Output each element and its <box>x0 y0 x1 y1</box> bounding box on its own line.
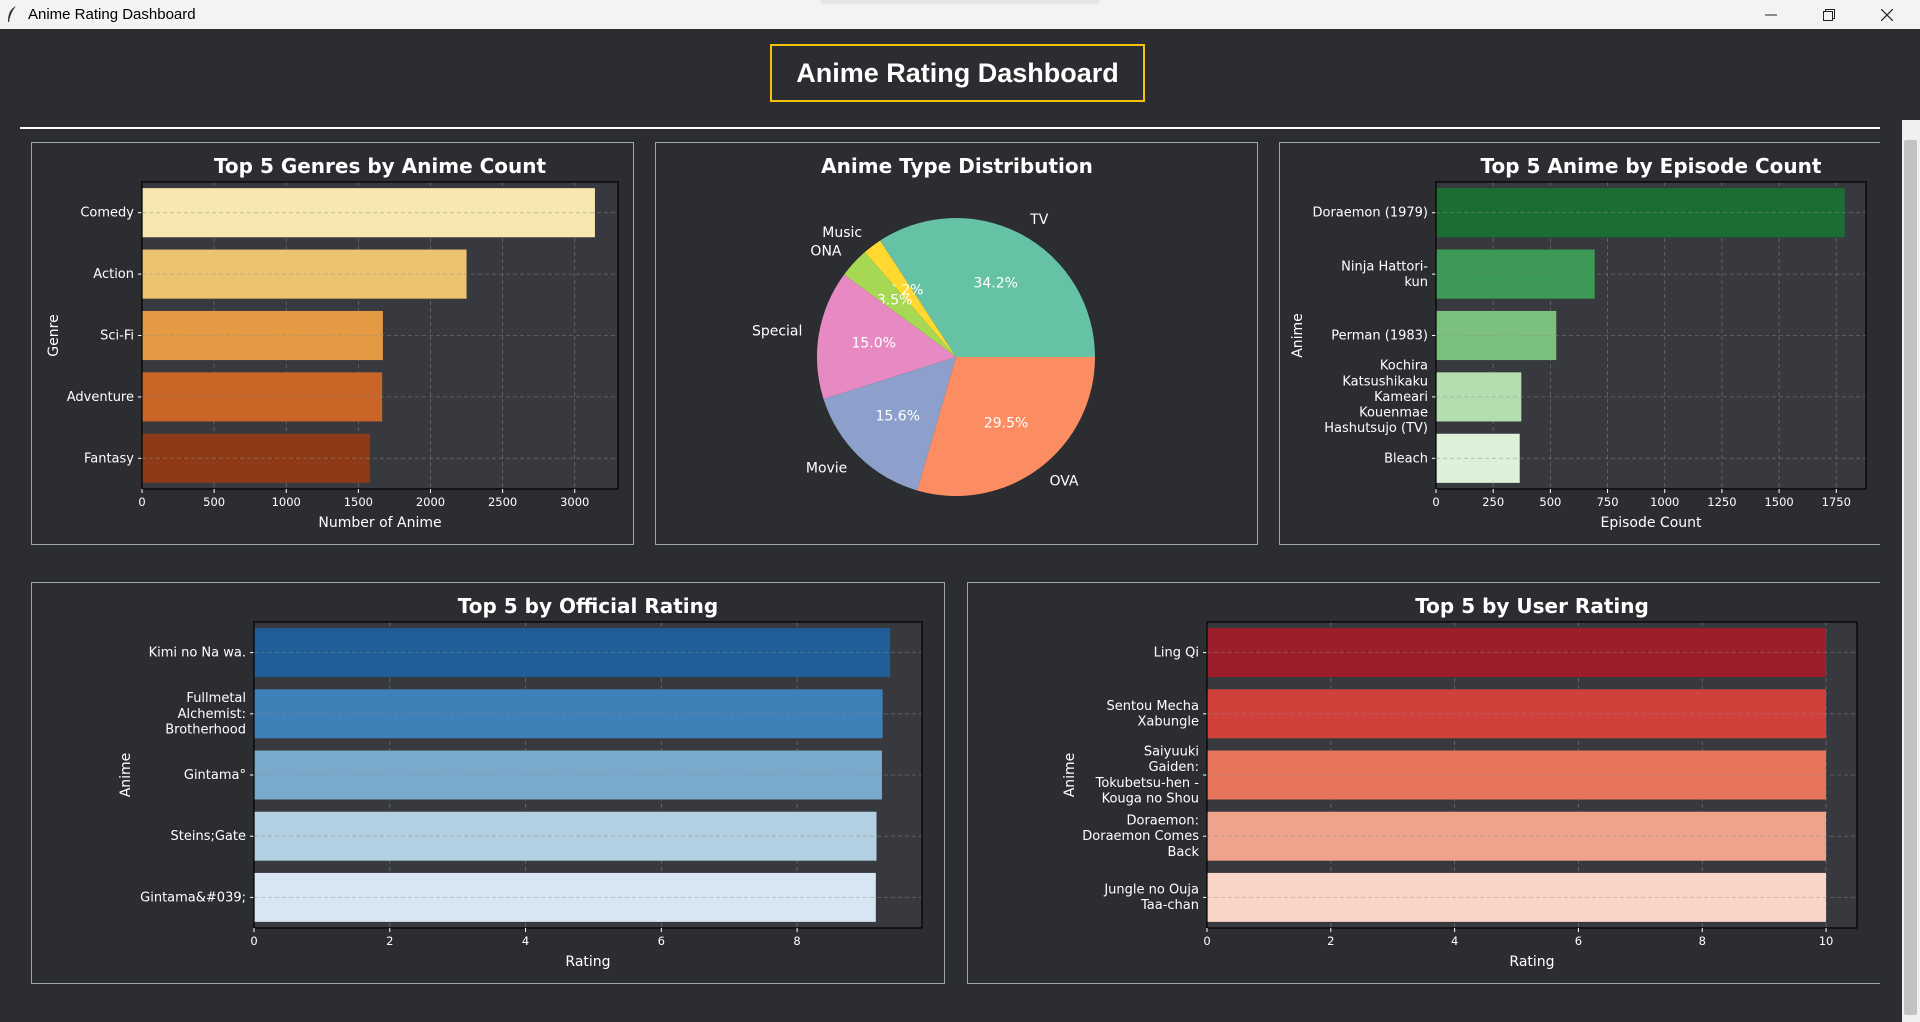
pie-pct-label: 15.6% <box>876 409 920 425</box>
chart-title: Anime Type Distribution <box>821 154 1093 178</box>
y-tick-label: Perman (1983) <box>1331 328 1428 343</box>
x-tick-label: 2500 <box>488 495 517 509</box>
official-rating-panel: Top 5 by Official Rating Kimi no Na wa. Fu… <box>31 582 945 984</box>
x-axis-label: Rating <box>565 954 610 970</box>
y-tick-label: Fullmetal Alchemist: Brotherhood <box>165 691 246 737</box>
y-tick-label: Gintama&#039; <box>140 890 246 905</box>
y-axis-label: Anime <box>118 753 134 798</box>
y-tick-label: Bleach <box>1384 451 1428 466</box>
chart-title: Top 5 by User Rating <box>1415 594 1649 618</box>
header-divider <box>20 127 1880 129</box>
x-tick-label: 2 <box>386 934 393 948</box>
x-axis-label: Rating <box>1509 954 1554 970</box>
restore-icon <box>1823 8 1835 21</box>
y-tick-label: Fantasy <box>84 451 134 466</box>
x-tick-label: 8 <box>1699 934 1706 948</box>
pie-pct-label: 29.5% <box>984 416 1028 432</box>
pie-label: Movie <box>806 460 847 476</box>
x-axis-label: Number of Anime <box>318 515 441 531</box>
y-tick-label: Sentou Mecha Xabungle <box>1107 699 1199 730</box>
y-axis-label: Genre <box>46 314 62 356</box>
bar <box>1436 310 1557 361</box>
window-titlebar: Anime Rating Dashboard <box>0 0 1920 29</box>
user-rating-panel: Top 5 by User Rating Ling Qi Sentou Mecha X… <box>967 582 1880 984</box>
chart-title: Top 5 Anime by Episode Count <box>1481 154 1822 178</box>
x-tick-label: 6 <box>658 934 665 948</box>
x-tick-label: 0 <box>1432 495 1439 509</box>
x-tick-label: 2 <box>1327 934 1334 948</box>
x-tick-label: 1000 <box>272 495 301 509</box>
pie-label: ONA <box>810 244 841 260</box>
official-rating-chart: Top 5 by Official Rating Kimi no Na wa. Fu… <box>118 594 923 970</box>
x-tick-label: 4 <box>522 934 529 948</box>
x-tick-label: 1750 <box>1822 495 1851 509</box>
x-tick-label: 500 <box>1539 495 1561 509</box>
x-tick-label: 250 <box>1482 495 1504 509</box>
y-tick-label: Adventure <box>67 389 134 404</box>
y-axis-label: Anime <box>1062 753 1078 798</box>
x-tick-label: 10 <box>1819 934 1834 948</box>
minimize-icon <box>1765 14 1777 15</box>
y-tick-label: Kochira Katsushikaku Kameari Kouenmae Hashut… <box>1324 358 1428 435</box>
episodes-chart-panel: Top 5 Anime by Episode Count Doraemon (19… <box>1279 142 1880 545</box>
pie-pct-label: 34.2% <box>973 276 1017 292</box>
y-tick-label: Sci-Fi <box>100 328 134 343</box>
pie-label: OVA <box>1049 473 1078 489</box>
titlebar-handle <box>820 0 1100 4</box>
x-tick-label: 1500 <box>1764 495 1793 509</box>
x-tick-label: 750 <box>1597 495 1619 509</box>
user-rating-chart: Top 5 by User Rating Ling Qi Sentou Mecha X… <box>1062 594 1858 970</box>
y-tick-label: Ninja Hattori-kun <box>1341 259 1428 290</box>
chart-title: Top 5 by Official Rating <box>458 594 718 618</box>
x-tick-label: 1000 <box>1650 495 1679 509</box>
y-axis-label: Anime <box>1290 313 1306 358</box>
episodes-chart: Top 5 Anime by Episode Count Doraemon (19… <box>1290 154 1867 531</box>
x-axis-label: Episode Count <box>1600 515 1702 531</box>
close-icon <box>1881 8 1893 21</box>
y-tick-label: Ling Qi <box>1154 645 1199 660</box>
y-tick-label: Steins;Gate <box>171 829 247 844</box>
y-tick-label: Jungle no Ouja Taa-chan <box>1103 882 1199 913</box>
y-tick-label: Kimi no Na wa. <box>149 645 246 660</box>
x-tick-label: 6 <box>1575 934 1582 948</box>
y-tick-label: Saiyuuki Gaiden: Tokubetsu-hen -Kouga no S… <box>1095 744 1200 806</box>
genres-chart: Top 5 Genres by Anime Count Comedy Action S… <box>46 154 619 531</box>
x-tick-label: 8 <box>793 934 800 948</box>
scrollbar-thumb[interactable] <box>1904 140 1917 1015</box>
x-tick-label: 3000 <box>560 495 589 509</box>
x-tick-label: 0 <box>250 934 257 948</box>
type-pie-chart: Anime Type DistributionTV34.2%Music2.2%O… <box>752 154 1095 497</box>
pie-pct-label: 15.0% <box>851 335 895 351</box>
y-tick-label: Comedy <box>80 205 134 220</box>
x-tick-label: 500 <box>203 495 225 509</box>
dashboard-title: Anime Rating Dashboard <box>770 44 1145 102</box>
x-tick-label: 2000 <box>416 495 445 509</box>
x-tick-label: 1500 <box>344 495 373 509</box>
window-title: Anime Rating Dashboard <box>28 6 196 23</box>
x-tick-label: 0 <box>1203 934 1210 948</box>
chart-title: Top 5 Genres by Anime Count <box>214 154 547 178</box>
pie-label: Music <box>822 225 862 241</box>
y-tick-label: Doraemon (1979) <box>1313 205 1429 220</box>
minimize-button[interactable] <box>1742 0 1800 29</box>
x-tick-label: 1250 <box>1707 495 1736 509</box>
y-tick-label: Gintama° <box>184 768 246 783</box>
type-pie-panel: Anime Type Distribution TV 34.2% Music 2.2% O… <box>655 142 1258 545</box>
y-tick-label: Doraemon: Doraemon Comes Back <box>1082 813 1199 859</box>
genres-chart-panel: Top 5 Genres by Anime Count Comedy Action S… <box>31 142 634 545</box>
restore-button[interactable] <box>1800 0 1858 29</box>
feather-icon <box>8 6 16 22</box>
x-tick-label: 4 <box>1451 934 1458 948</box>
y-tick-label: Action <box>93 267 134 282</box>
pie-label: Special <box>752 324 802 340</box>
pie-label: TV <box>1029 212 1049 228</box>
close-button[interactable] <box>1858 0 1916 29</box>
x-tick-label: 0 <box>138 495 145 509</box>
